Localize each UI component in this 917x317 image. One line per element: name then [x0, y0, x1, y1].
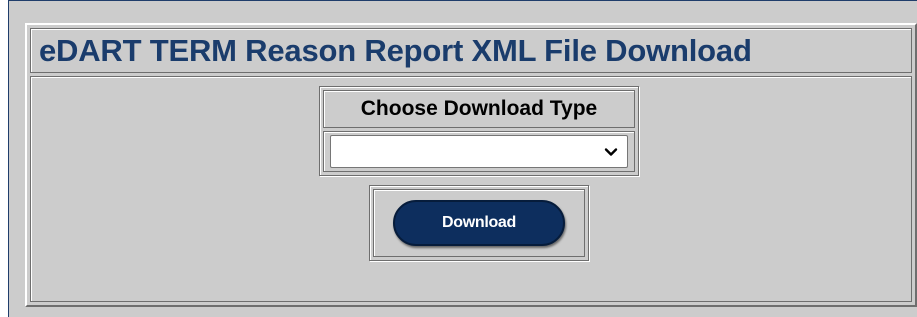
download-type-group: Choose Download Type [319, 86, 639, 176]
download-type-select-cell [323, 131, 635, 172]
page-title: eDART TERM Reason Report XML File Downlo… [39, 32, 752, 68]
report-download-panel: eDART TERM Reason Report XML File Downlo… [25, 23, 917, 307]
download-button[interactable]: Download [393, 200, 565, 246]
download-form-area: Choose Download Type Download [30, 76, 912, 302]
download-type-label: Choose Download Type [323, 90, 635, 128]
title-cell: eDART TERM Reason Report XML File Downlo… [30, 28, 912, 73]
chevron-down-icon [604, 148, 618, 156]
page-frame: eDART TERM Reason Report XML File Downlo… [8, 0, 917, 317]
download-button-cell: Download [373, 189, 585, 257]
download-type-select[interactable] [330, 135, 628, 168]
download-button-group: Download [369, 185, 589, 261]
